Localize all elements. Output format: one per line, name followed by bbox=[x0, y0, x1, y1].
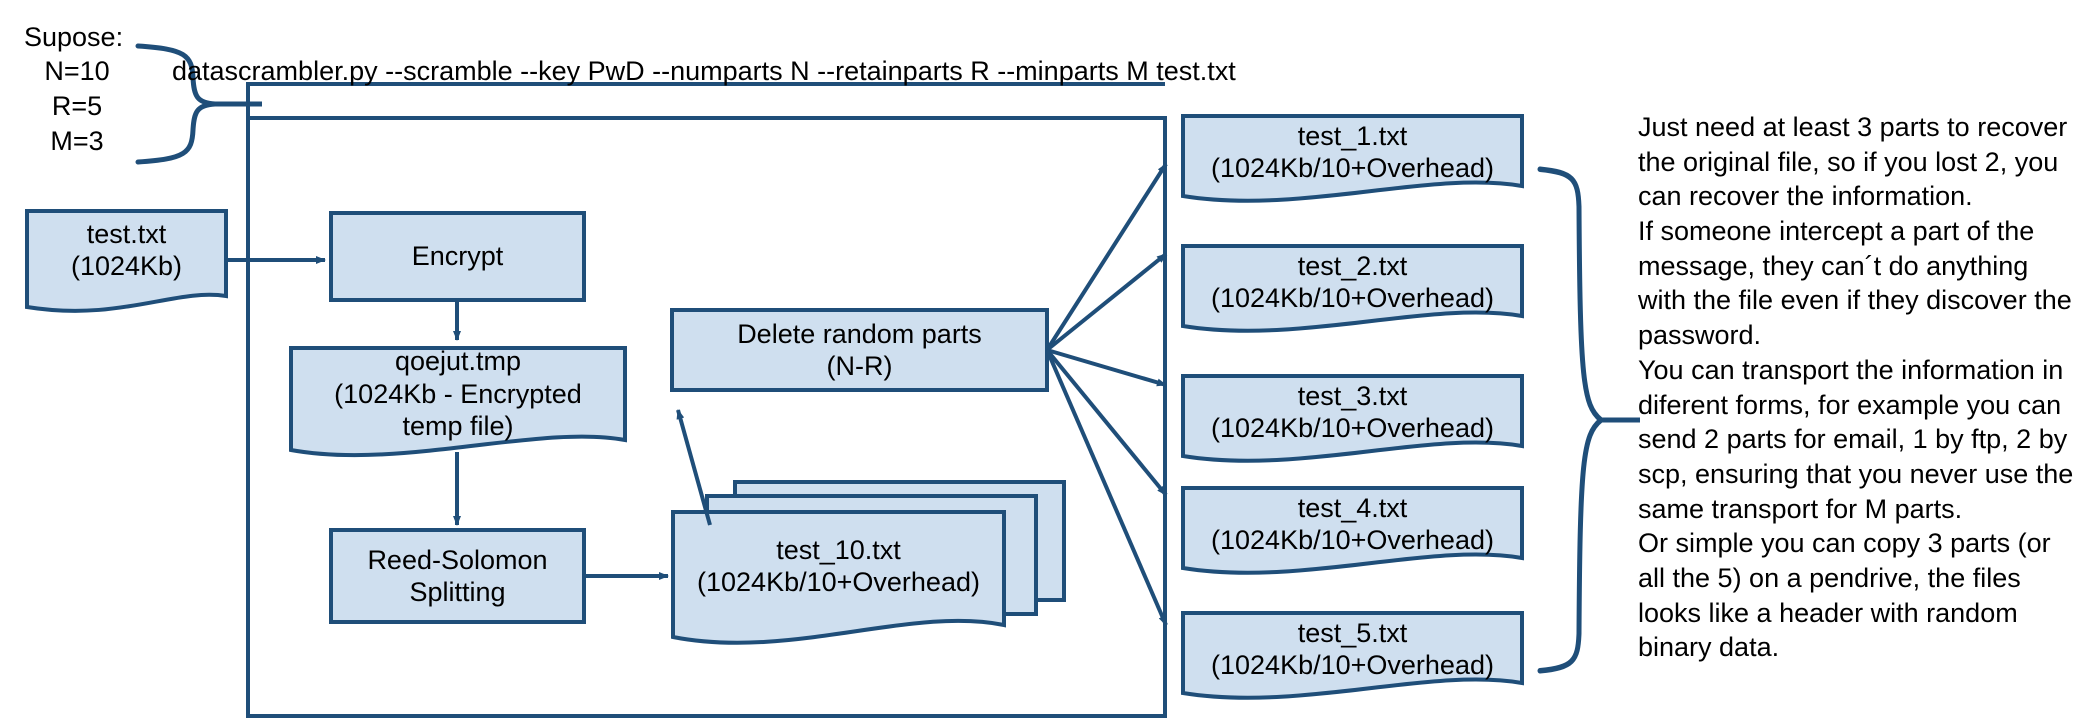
diagram-canvas: Supose: N=10 R=5 M=3 datascrambler.py --… bbox=[0, 0, 2088, 726]
output-file-shape-2 bbox=[1181, 244, 1524, 333]
output-file-shape-1 bbox=[1181, 114, 1524, 203]
parts-stack-sheets bbox=[671, 480, 1066, 645]
reed-solomon-box bbox=[329, 528, 586, 624]
explanatory-notes: Just need at least 3 parts to recover th… bbox=[1638, 112, 2074, 663]
assumptions-heading: Supose: bbox=[24, 22, 124, 52]
input-file-shape bbox=[25, 209, 228, 313]
delete-random-parts-box bbox=[670, 308, 1049, 392]
arrow-parts-to-delete bbox=[676, 409, 712, 526]
encrypt-box bbox=[329, 211, 586, 302]
temp-file-shape bbox=[289, 346, 627, 458]
output-file-shape-4 bbox=[1181, 486, 1524, 575]
output-file-shape-3 bbox=[1181, 374, 1524, 463]
command-line-text: datascrambler.py --scramble --key PwD --… bbox=[172, 56, 1236, 86]
assumptions-values: N=10 R=5 M=3 bbox=[44, 56, 110, 157]
output-file-shapes bbox=[1181, 114, 1524, 700]
output-file-shape-5 bbox=[1181, 611, 1524, 700]
outputs-brace bbox=[1537, 166, 1640, 674]
